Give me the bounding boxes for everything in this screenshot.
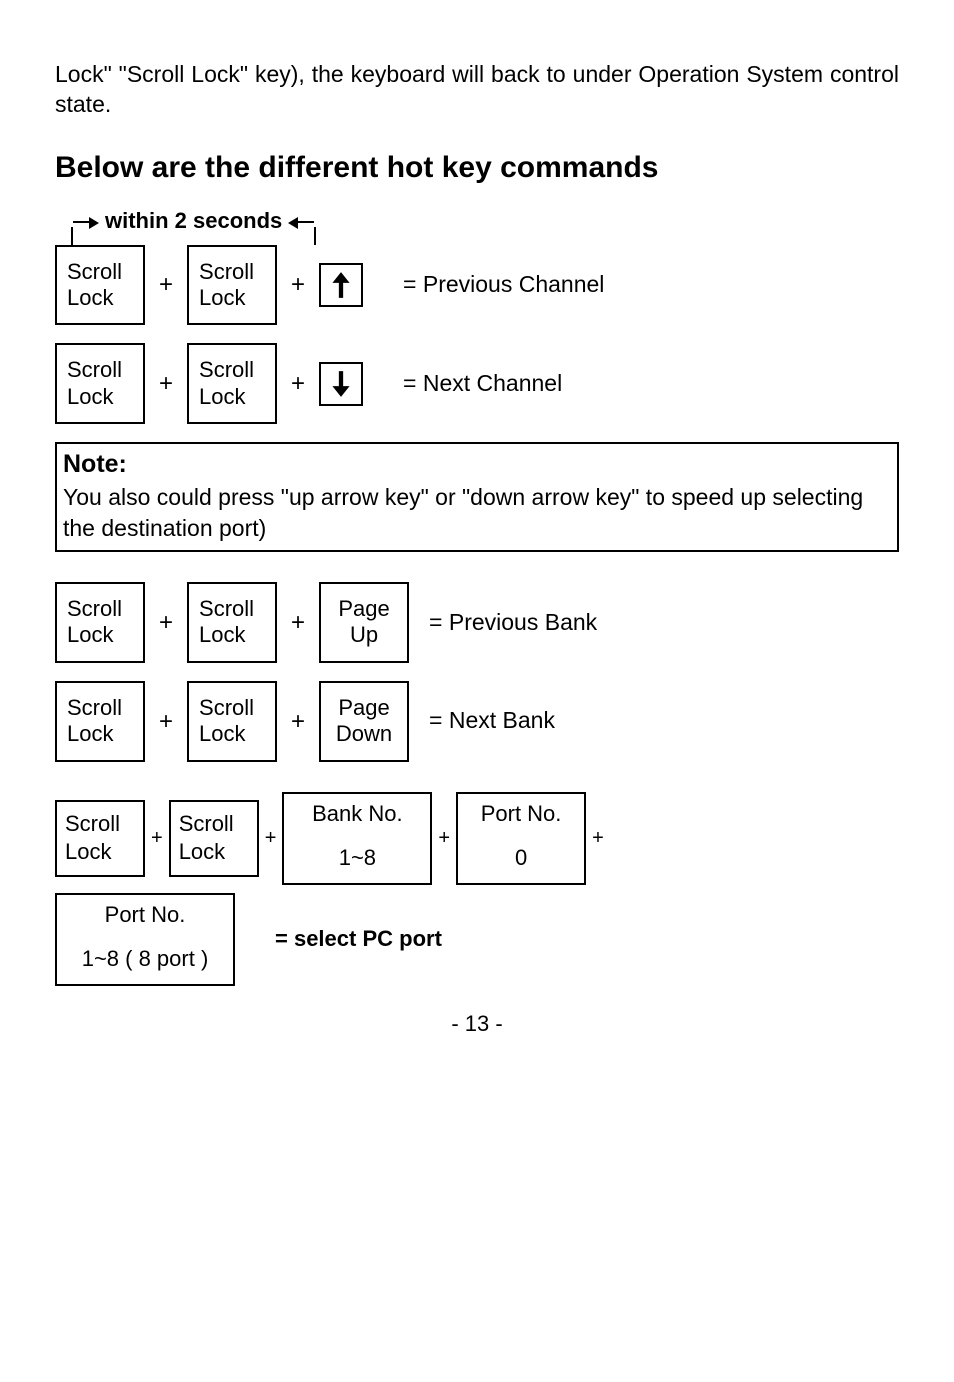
result-select-pc-port: = select PC port: [275, 925, 442, 954]
plus-text: +: [592, 825, 604, 851]
note-title: Note:: [63, 450, 127, 478]
port-no-label: Port No.: [57, 901, 233, 930]
result-previous-channel: = Previous Channel: [403, 270, 604, 300]
port-no-key-zero: Port No. 0: [456, 792, 586, 885]
page-down-key: Page Down: [319, 681, 409, 762]
page-heading: Below are the different hot key commands: [55, 148, 899, 187]
hotkey-previous-bank: Scroll Lock + Scroll Lock + Page Up = Pr…: [55, 582, 899, 663]
port-no-key-range: Port No. 1~8 ( 8 port ): [55, 893, 235, 986]
hotkey-previous-channel: Scroll Lock + Scroll Lock + = Previous C…: [55, 245, 899, 326]
plus-text: +: [438, 825, 450, 851]
plus-text: +: [159, 607, 173, 638]
hotkey-select-pc-port-line1: Scroll Lock + Scroll Lock + Bank No. 1~8…: [55, 792, 899, 885]
hotkey-next-channel: Scroll Lock + Scroll Lock + = Next Chann…: [55, 343, 899, 424]
plus-text: +: [265, 825, 277, 851]
page-up-key: Page Up: [319, 582, 409, 663]
scroll-lock-key: Scroll Lock: [169, 800, 259, 877]
scroll-lock-key: Scroll Lock: [55, 681, 145, 762]
scroll-lock-key: Scroll Lock: [187, 681, 277, 762]
scroll-lock-key: Scroll Lock: [187, 343, 277, 424]
plus-text: +: [151, 825, 163, 851]
plus-text: +: [159, 706, 173, 737]
plus-text: +: [291, 607, 305, 638]
up-arrow-key-icon: [319, 263, 363, 307]
within-2-seconds-indicator: within 2 seconds: [65, 207, 899, 237]
port-no-zero: 0: [458, 844, 584, 873]
page-number: - 13 -: [55, 1010, 899, 1039]
plus-text: +: [291, 269, 305, 300]
scroll-lock-key: Scroll Lock: [55, 582, 145, 663]
scroll-lock-key: Scroll Lock: [55, 800, 145, 877]
scroll-lock-key: Scroll Lock: [55, 245, 145, 326]
within-label: within 2 seconds: [105, 207, 282, 236]
intro-text: Lock" "Scroll Lock" key), the keyboard w…: [55, 60, 899, 120]
plus-text: +: [159, 269, 173, 300]
result-next-bank: = Next Bank: [429, 706, 555, 736]
port-no-range: 1~8 ( 8 port ): [57, 945, 233, 974]
bank-no-key: Bank No. 1~8: [282, 792, 432, 885]
note-box: Note: You also could press "up arrow key…: [55, 442, 899, 552]
scroll-lock-key: Scroll Lock: [55, 343, 145, 424]
down-arrow-key-icon: [319, 362, 363, 406]
plus-text: +: [291, 706, 305, 737]
bank-no-range: 1~8: [284, 844, 430, 873]
plus-text: +: [291, 368, 305, 399]
scroll-lock-key: Scroll Lock: [187, 245, 277, 326]
hotkey-select-pc-port-line2: Port No. 1~8 ( 8 port ) = select PC port: [55, 893, 899, 986]
bank-no-label: Bank No.: [284, 800, 430, 829]
plus-text: +: [159, 368, 173, 399]
port-no-label: Port No.: [458, 800, 584, 829]
result-previous-bank: = Previous Bank: [429, 608, 597, 638]
result-next-channel: = Next Channel: [403, 369, 562, 399]
scroll-lock-key: Scroll Lock: [187, 582, 277, 663]
note-body: You also could press "up arrow key" or "…: [63, 484, 863, 541]
hotkey-next-bank: Scroll Lock + Scroll Lock + Page Down = …: [55, 681, 899, 762]
